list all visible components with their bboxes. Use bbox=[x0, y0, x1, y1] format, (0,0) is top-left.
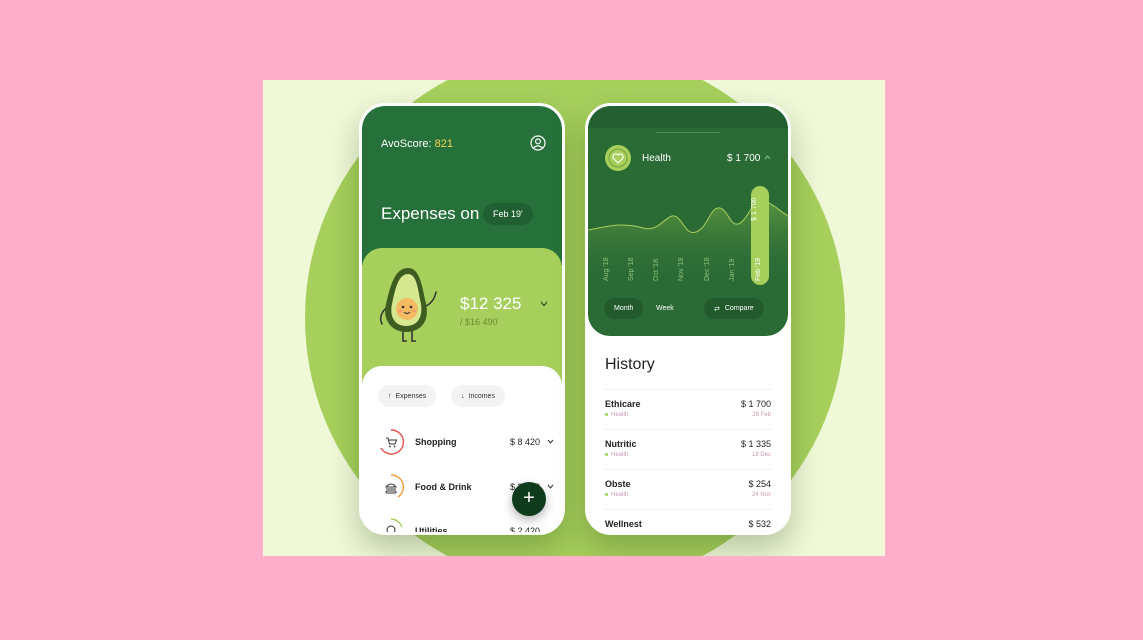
history-item-name: Obste bbox=[605, 479, 631, 489]
category-amount: $ 8 420 bbox=[509, 437, 540, 447]
category-title: Health bbox=[642, 153, 671, 164]
total-amount: $12 325 bbox=[460, 294, 522, 313]
category-row-utilities[interactable]: Utilities $ 2 420 bbox=[378, 518, 554, 535]
tab-incomes[interactable]: ↓ Incomes bbox=[451, 385, 505, 407]
history-item-amount: $ 1 335 bbox=[740, 439, 771, 449]
chevron-up-icon[interactable] bbox=[764, 155, 771, 160]
category-amount: $ 2 420 bbox=[509, 526, 540, 535]
month-label[interactable]: Aug '18 bbox=[603, 251, 610, 281]
avoscore-value: 821 bbox=[434, 138, 453, 150]
burger-icon bbox=[384, 474, 404, 498]
history-item-name: Nutritic bbox=[605, 439, 637, 449]
category-name: Food & Drink bbox=[415, 482, 472, 492]
avoscore-label: AvoScore: bbox=[381, 138, 432, 150]
month-label[interactable]: Jan '19 bbox=[729, 251, 736, 281]
history-item-name: Ethicare bbox=[605, 399, 641, 409]
history-item-amount: $ 532 bbox=[748, 519, 771, 529]
history-item[interactable]: Obste Health $ 254 24 Nov bbox=[605, 469, 771, 509]
compare-label: Compare bbox=[724, 305, 754, 312]
arrow-up-icon: ↑ bbox=[388, 392, 392, 400]
history-item-amount: $ 1 700 bbox=[740, 399, 771, 409]
chevron-down-icon bbox=[547, 439, 554, 444]
history-item[interactable]: Ethicare Health $ 1 700 28 Feb bbox=[605, 389, 771, 429]
page-title: Expenses on bbox=[381, 204, 480, 223]
chevron-down-icon[interactable] bbox=[540, 301, 548, 307]
month-label[interactable]: Nov '18 bbox=[678, 251, 685, 281]
segment-week[interactable]: Week bbox=[646, 298, 684, 319]
showcase-card: AvoScore: 821 Expenses on Feb 19' $12 32… bbox=[263, 80, 885, 556]
history-item-category: Health bbox=[605, 492, 628, 498]
health-header: Health $ 1 700 $ 1 700 Aug '18 Sep '18 O… bbox=[588, 106, 788, 336]
cart-icon bbox=[380, 429, 404, 455]
history-title: History bbox=[605, 356, 655, 373]
history-item-date: 24 Nov bbox=[751, 492, 771, 498]
category-name: Utilities bbox=[415, 526, 448, 535]
budget-amount: / $16 490 bbox=[460, 317, 498, 327]
month-label-active[interactable]: Feb '19 bbox=[755, 251, 762, 281]
avocado-mascot-icon bbox=[379, 268, 437, 342]
phone-expenses: AvoScore: 821 Expenses on Feb 19' $12 32… bbox=[359, 103, 565, 535]
add-expense-button[interactable]: + bbox=[512, 482, 546, 516]
tab-expenses-label: Expenses bbox=[395, 392, 427, 400]
avoscore: AvoScore: 821 bbox=[381, 138, 453, 150]
category-name: Shopping bbox=[415, 437, 457, 447]
tab-incomes-label: Incomes bbox=[468, 392, 495, 400]
bar-value: $ 1 700 bbox=[751, 197, 758, 221]
user-circle-icon[interactable] bbox=[530, 135, 546, 151]
compare-button[interactable]: ⇄ Compare bbox=[704, 298, 764, 319]
tab-expenses[interactable]: ↑ Expenses bbox=[378, 385, 437, 407]
month-label[interactable]: Sep '18 bbox=[628, 251, 635, 281]
phone-history: Health $ 1 700 $ 1 700 Aug '18 Sep '18 O… bbox=[585, 103, 791, 535]
history-item-amount: $ 254 bbox=[748, 479, 771, 489]
history-item[interactable]: Wellnest $ 532 bbox=[605, 509, 771, 532]
date-selector[interactable]: Feb 19' bbox=[483, 203, 533, 225]
history-item[interactable]: Nutritic Health $ 1 335 18 Dec bbox=[605, 429, 771, 469]
history-item-name: Wellnest bbox=[605, 519, 642, 529]
chevron-down-icon bbox=[547, 484, 554, 489]
category-total: $ 1 700 bbox=[727, 153, 761, 164]
arrow-down-icon: ↓ bbox=[461, 392, 465, 400]
month-label[interactable]: Oct '18 bbox=[653, 251, 660, 281]
history-item-category: Health bbox=[605, 412, 628, 418]
history-item-date: 28 Feb bbox=[752, 412, 771, 418]
history-item-date: 18 Dec bbox=[751, 452, 771, 458]
status-band bbox=[588, 106, 788, 128]
segment-month[interactable]: Month bbox=[604, 298, 644, 319]
swap-icon: ⇄ bbox=[714, 305, 720, 313]
category-row-shopping[interactable]: Shopping $ 8 420 bbox=[378, 429, 554, 459]
expenses-header: AvoScore: 821 Expenses on Feb 19' bbox=[362, 106, 562, 266]
bulb-icon bbox=[386, 518, 403, 532]
month-label[interactable]: Dec '18 bbox=[704, 251, 711, 281]
drag-handle[interactable] bbox=[656, 132, 720, 133]
history-item-category: Health bbox=[605, 452, 628, 458]
